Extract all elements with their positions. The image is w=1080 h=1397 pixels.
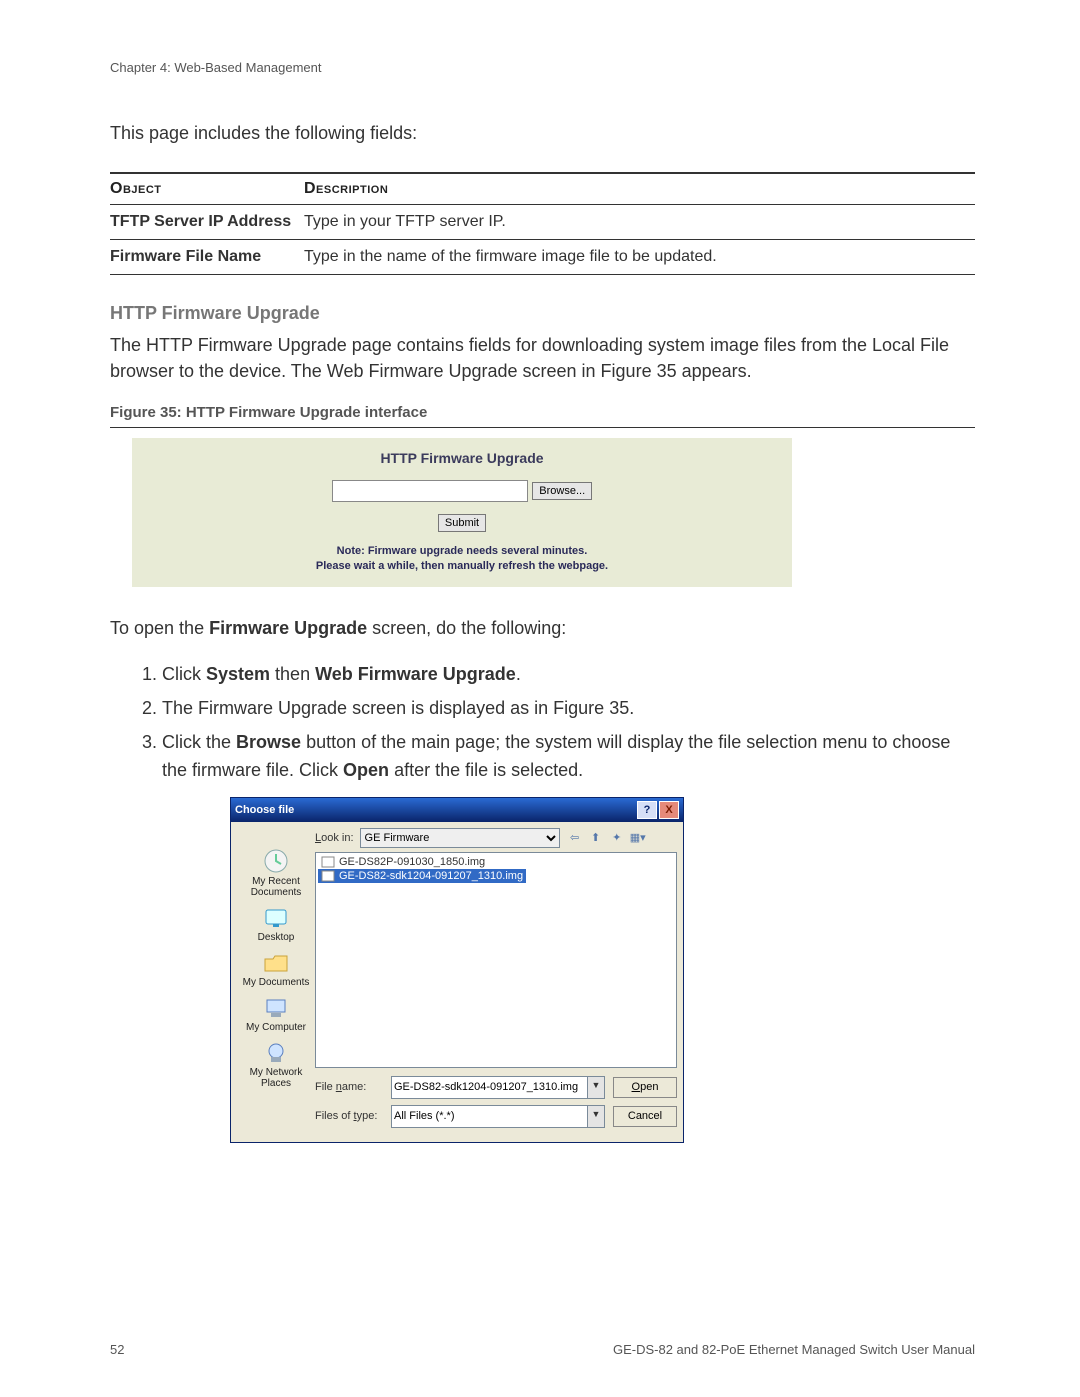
- cancel-button[interactable]: Cancel: [613, 1106, 677, 1127]
- step-3: Click the Browse button of the main page…: [162, 729, 975, 785]
- firmware-upgrade-panel: HTTP Firmware Upgrade Browse... Submit N…: [132, 438, 792, 587]
- manual-title: GE-DS-82 and 82-PoE Ethernet Managed Swi…: [613, 1342, 975, 1357]
- places-sidebar: My Recent Documents Desktop My Documents…: [237, 828, 315, 1134]
- cell-object: TFTP Server IP Address: [110, 205, 304, 240]
- col-object: Object: [110, 173, 304, 205]
- back-icon[interactable]: ⇦: [566, 829, 584, 847]
- help-button[interactable]: ?: [637, 801, 657, 819]
- network-icon: [261, 1041, 291, 1065]
- lookin-label: Look Look in:in:: [315, 832, 354, 844]
- lookin-select[interactable]: GE Firmware: [360, 828, 560, 848]
- instruction-intro: To open the Firmware Upgrade screen, do …: [110, 615, 975, 641]
- place-desktop[interactable]: Desktop: [237, 906, 315, 943]
- file-list[interactable]: GE-DS82P-091030_1850.img GE-DS82-sdk1204…: [315, 852, 677, 1068]
- views-icon[interactable]: ▦▾: [629, 829, 647, 847]
- panel-title: HTTP Firmware Upgrade: [132, 450, 792, 466]
- place-network[interactable]: My Network Places: [237, 1041, 315, 1089]
- panel-note-line1: Note: Firmware upgrade needs several min…: [132, 544, 792, 558]
- filetype-input[interactable]: [391, 1105, 588, 1128]
- section-body: The HTTP Firmware Upgrade page contains …: [110, 332, 975, 384]
- fields-table: Object Description TFTP Server IP Addres…: [110, 172, 975, 275]
- step-2: The Firmware Upgrade screen is displayed…: [162, 695, 975, 723]
- step-1: Click System then Web Firmware Upgrade.: [162, 661, 975, 689]
- place-recent[interactable]: My Recent Documents: [237, 848, 315, 898]
- desktop-icon: [261, 906, 291, 930]
- file-icon: [321, 870, 335, 882]
- panel-note-line2: Please wait a while, then manually refre…: [132, 559, 792, 573]
- filename-dropdown[interactable]: ▼: [588, 1076, 605, 1099]
- close-button[interactable]: X: [659, 801, 679, 819]
- intro-text: This page includes the following fields:: [110, 123, 975, 144]
- table-row: TFTP Server IP Address Type in your TFTP…: [110, 205, 975, 240]
- chapter-header: Chapter 4: Web-Based Management: [110, 60, 975, 75]
- filename-label: File name:: [315, 1081, 383, 1093]
- file-item-selected[interactable]: GE-DS82-sdk1204-091207_1310.img: [318, 869, 526, 883]
- dialog-titlebar: Choose file ? X: [231, 798, 683, 822]
- table-row: Firmware File Name Type in the name of t…: [110, 240, 975, 275]
- cell-desc: Type in the name of the firmware image f…: [304, 240, 975, 275]
- newfolder-icon[interactable]: ✦: [608, 829, 626, 847]
- submit-button[interactable]: Submit: [438, 514, 486, 532]
- page-number: 52: [110, 1342, 124, 1357]
- dialog-title-text: Choose file: [235, 804, 635, 816]
- file-icon: [321, 856, 335, 868]
- filetype-dropdown[interactable]: ▼: [588, 1105, 605, 1128]
- up-icon[interactable]: ⬆: [587, 829, 605, 847]
- filetype-label: Files of type:: [315, 1110, 383, 1122]
- choose-file-dialog: Choose file ? X My Recent Documents Desk…: [230, 797, 684, 1143]
- cell-object: Firmware File Name: [110, 240, 304, 275]
- steps-list: Click System then Web Firmware Upgrade. …: [110, 661, 975, 785]
- place-mycomputer[interactable]: My Computer: [237, 996, 315, 1033]
- figure-caption: Figure 35: HTTP Firmware Upgrade interfa…: [110, 404, 975, 428]
- recent-icon: [261, 848, 291, 874]
- firmware-file-input[interactable]: [332, 480, 528, 502]
- section-heading: HTTP Firmware Upgrade: [110, 303, 975, 324]
- place-mydocs[interactable]: My Documents: [237, 951, 315, 988]
- open-button[interactable]: Open: [613, 1077, 677, 1098]
- computer-icon: [261, 996, 291, 1020]
- cell-desc: Type in your TFTP server IP.: [304, 205, 975, 240]
- browse-button[interactable]: Browse...: [532, 482, 592, 500]
- folder-icon: [261, 951, 291, 975]
- filename-input[interactable]: [391, 1076, 588, 1099]
- file-item[interactable]: GE-DS82P-091030_1850.img: [318, 855, 488, 869]
- col-description: Description: [304, 173, 975, 205]
